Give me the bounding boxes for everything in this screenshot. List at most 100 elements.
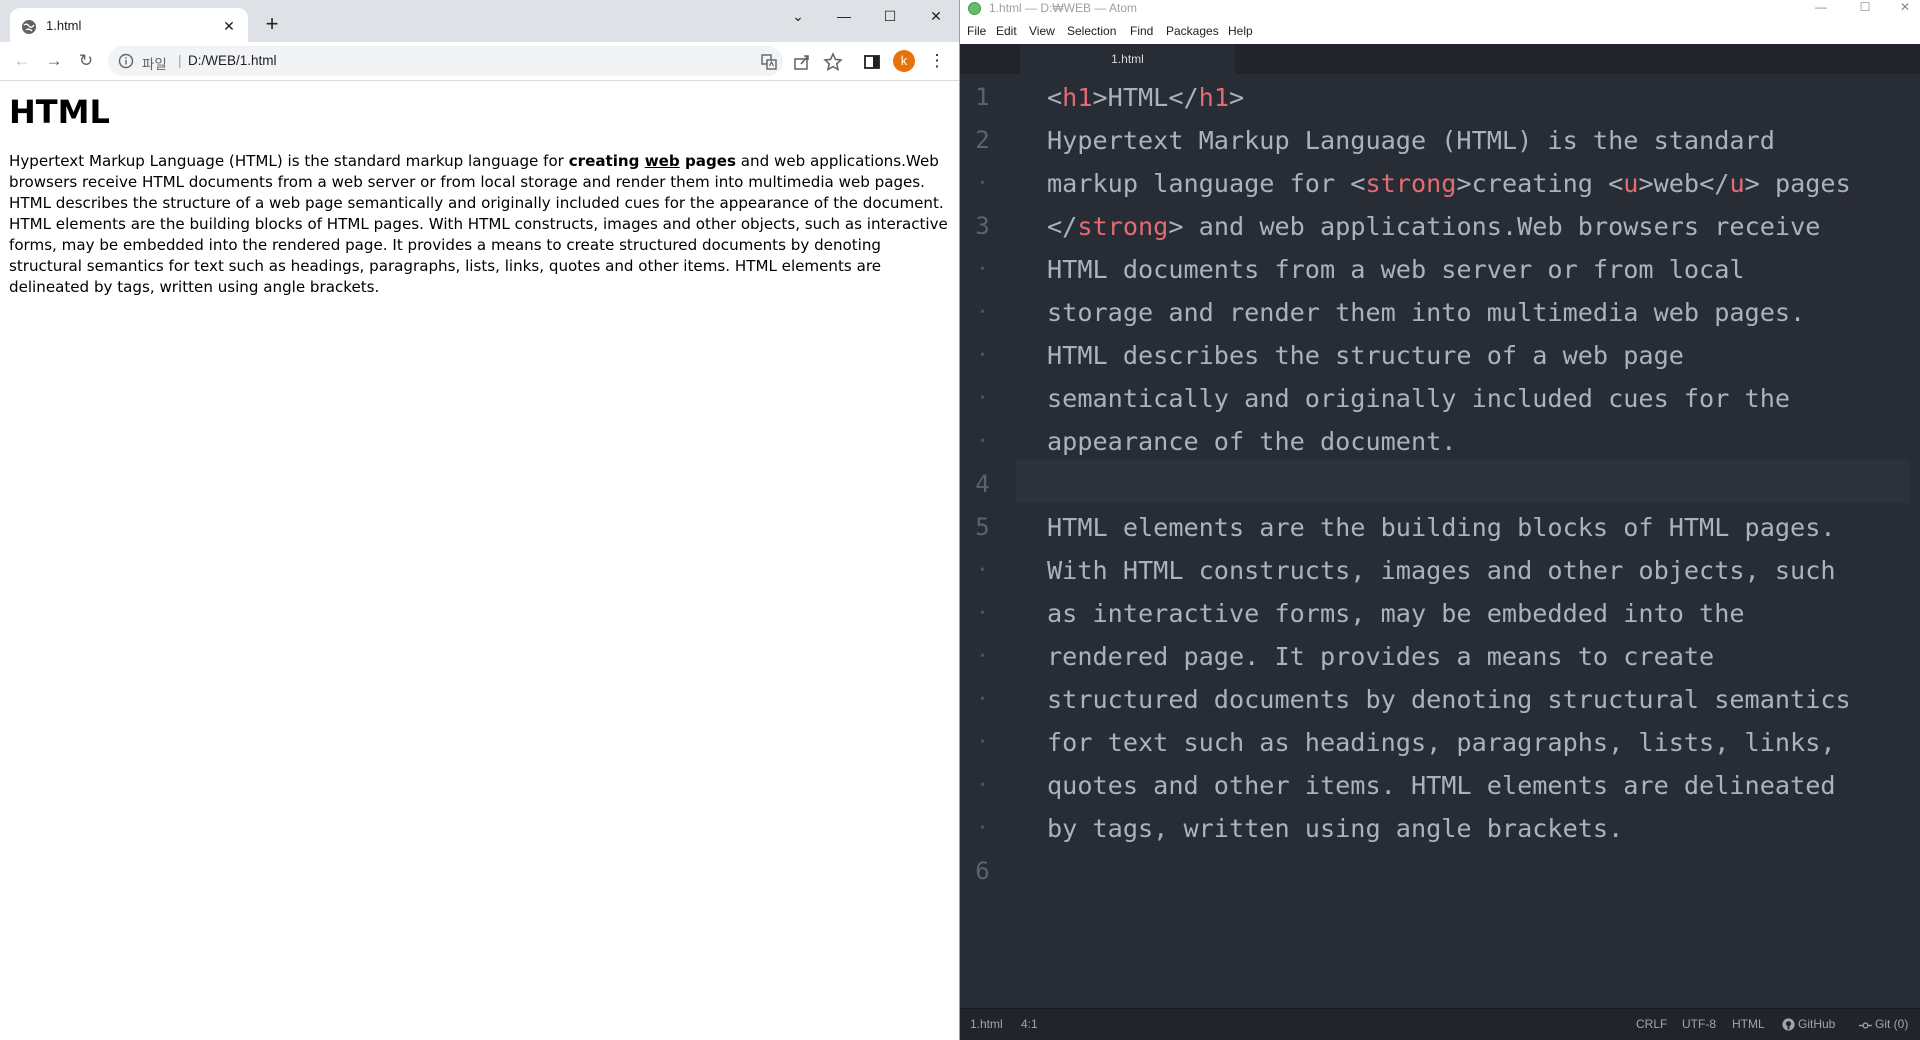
menu-packages[interactable]: Packages: [1166, 24, 1219, 38]
code-editor[interactable]: <h1>HTML</h1> Hypertext Markup Language (…: [1047, 74, 1907, 1008]
line-number[interactable]: •: [960, 678, 1005, 721]
editor-tab[interactable]: 1.html: [1020, 44, 1235, 74]
menu-view[interactable]: View: [1029, 24, 1055, 38]
address-bar[interactable]: 파일 | D:/WEB/1.html: [108, 46, 783, 76]
code-tag-name: strong: [1365, 169, 1457, 198]
code-line[interactable]: for text such as headings, paragraphs, l…: [1047, 721, 1836, 764]
line-number[interactable]: 6: [960, 850, 1005, 893]
menu-edit[interactable]: Edit: [996, 24, 1017, 38]
line-number[interactable]: 4: [960, 463, 1005, 506]
status-bar: 1.html 4:1 CRLF UTF-8 HTML GitHub Git (0…: [960, 1008, 1920, 1040]
line-number[interactable]: 5: [960, 506, 1005, 549]
atom-maximize-button[interactable]: ☐: [1850, 0, 1880, 17]
profile-avatar[interactable]: k: [893, 50, 915, 72]
menu-selection[interactable]: Selection: [1067, 24, 1116, 38]
maximize-button[interactable]: ☐: [875, 6, 905, 26]
status-grammar[interactable]: HTML: [1732, 1017, 1765, 1031]
status-file-name[interactable]: 1.html: [970, 1017, 1003, 1031]
line-number[interactable]: •: [960, 635, 1005, 678]
code-line[interactable]: Hypertext Markup Language (HTML) is the …: [1047, 119, 1775, 162]
line-number[interactable]: •: [960, 764, 1005, 807]
atom-editor-window: 1.html — D:₩WEB — Atom — ☐ ✕ File Edit V…: [960, 0, 1920, 1040]
line-number[interactable]: •: [960, 420, 1005, 463]
atom-window-title: 1.html — D:₩WEB — Atom: [989, 1, 1138, 15]
code-line[interactable]: structured documents by denoting structu…: [1047, 678, 1851, 721]
code-line[interactable]: markup language for <strong>creating <u>…: [1047, 162, 1851, 205]
tab-search-icon[interactable]: ⌄: [783, 6, 813, 26]
reload-button[interactable]: ↻: [75, 50, 97, 72]
translate-icon[interactable]: [760, 53, 778, 71]
atom-close-button[interactable]: ✕: [1890, 0, 1920, 17]
line-number[interactable]: 3: [960, 205, 1005, 248]
line-number[interactable]: •: [960, 592, 1005, 635]
share-icon[interactable]: [792, 52, 812, 72]
atom-logo-icon: [968, 2, 981, 15]
status-encoding[interactable]: UTF-8: [1682, 1017, 1716, 1031]
code-line[interactable]: </strong> and web applications.Web brows…: [1047, 205, 1820, 248]
line-number[interactable]: •: [960, 248, 1005, 291]
scheme-separator: |: [178, 53, 182, 68]
code-line[interactable]: quotes and other items. HTML elements ar…: [1047, 764, 1836, 807]
menu-file[interactable]: File: [967, 24, 986, 38]
menu-help[interactable]: Help: [1228, 24, 1253, 38]
status-git[interactable]: Git (0): [1875, 1017, 1908, 1031]
code-text: for text such as headings, paragraphs, l…: [1047, 728, 1836, 757]
url-text[interactable]: D:/WEB/1.html: [188, 53, 277, 68]
code-line[interactable]: HTML elements are the building blocks of…: [1047, 506, 1836, 549]
code-line[interactable]: HTML describes the structure of a web pa…: [1047, 334, 1684, 377]
forward-button[interactable]: →: [43, 50, 65, 72]
underlined-text: web: [644, 152, 680, 170]
code-text: as interactive forms, may be embedded in…: [1047, 599, 1745, 628]
code-tag-name: u: [1623, 169, 1639, 198]
star-icon[interactable]: [823, 52, 843, 72]
browser-menu-button[interactable]: ⋮: [926, 50, 948, 72]
line-number[interactable]: •: [960, 162, 1005, 205]
line-number[interactable]: •: [960, 334, 1005, 377]
code-tag-name: strong: [1077, 212, 1169, 241]
atom-title-bar: 1.html — D:₩WEB — Atom — ☐ ✕: [960, 0, 1920, 17]
code-line[interactable]: storage and render them into multimedia …: [1047, 291, 1805, 334]
line-number[interactable]: •: [960, 721, 1005, 764]
tab-close-icon[interactable]: ✕: [220, 17, 238, 35]
minimize-button[interactable]: —: [829, 6, 859, 26]
status-cursor-position[interactable]: 4:1: [1021, 1017, 1038, 1031]
info-icon[interactable]: [118, 53, 134, 69]
page-heading: HTML: [9, 93, 110, 131]
atom-minimize-button[interactable]: —: [1806, 0, 1836, 17]
code-text: With HTML constructs, images and other o…: [1047, 556, 1836, 585]
back-button[interactable]: ←: [11, 50, 33, 72]
line-number[interactable]: •: [960, 807, 1005, 850]
code-text: >: [1229, 83, 1245, 112]
code-line[interactable]: semantically and originally included cue…: [1047, 377, 1790, 420]
code-line[interactable]: With HTML constructs, images and other o…: [1047, 549, 1836, 592]
code-text: <: [1047, 83, 1063, 112]
code-line[interactable]: by tags, written using angle brackets.: [1047, 807, 1623, 850]
line-number[interactable]: 2: [960, 119, 1005, 162]
menu-find[interactable]: Find: [1130, 24, 1153, 38]
code-text: > pages: [1744, 169, 1851, 198]
page-content: HTML Hypertext Markup Language (HTML) is…: [0, 81, 959, 1040]
strong-text-part-1: creating: [568, 152, 645, 170]
code-text: HTML elements are the building blocks of…: [1047, 513, 1836, 542]
code-line[interactable]: rendered page. It provides a means to cr…: [1047, 635, 1714, 678]
code-line[interactable]: <h1>HTML</h1>: [1047, 76, 1244, 119]
code-line[interactable]: HTML documents from a web server or from…: [1047, 248, 1745, 291]
new-tab-button[interactable]: +: [262, 13, 282, 35]
side-panel-icon[interactable]: [862, 52, 882, 72]
line-number[interactable]: •: [960, 549, 1005, 592]
status-line-ending[interactable]: CRLF: [1636, 1017, 1667, 1031]
paragraph-text-end: and web applications.Web browsers receiv…: [9, 152, 948, 296]
close-window-button[interactable]: ✕: [921, 6, 951, 26]
github-icon: [1782, 1018, 1795, 1031]
line-number[interactable]: •: [960, 291, 1005, 334]
code-tag-name: h1: [1198, 83, 1230, 112]
status-github[interactable]: GitHub: [1798, 1017, 1835, 1031]
code-line[interactable]: as interactive forms, may be embedded in…: [1047, 592, 1745, 635]
code-line[interactable]: appearance of the document.: [1047, 420, 1456, 463]
code-text: >creating <: [1456, 169, 1624, 198]
line-number[interactable]: 1: [960, 76, 1005, 119]
atom-menu-bar: File Edit View Selection Find Packages H…: [960, 17, 1920, 44]
line-number[interactable]: •: [960, 377, 1005, 420]
globe-icon: [22, 20, 36, 34]
code-text: structured documents by denoting structu…: [1047, 685, 1851, 714]
